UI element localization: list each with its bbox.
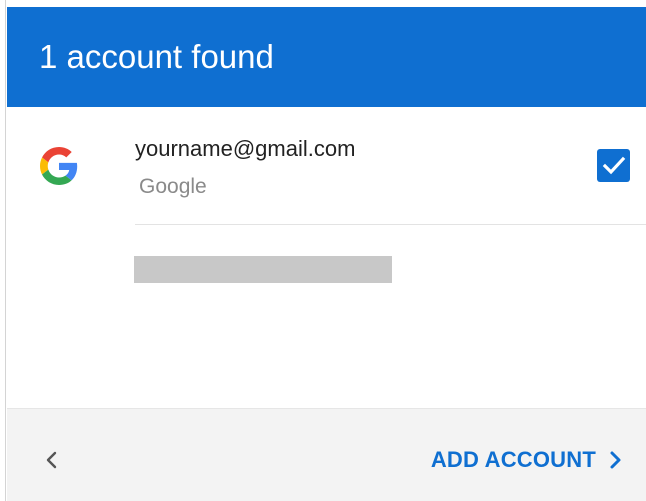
google-icon bbox=[40, 147, 78, 185]
account-provider: Google bbox=[139, 175, 207, 198]
window-edge bbox=[0, 0, 6, 501]
add-account-button[interactable]: ADD ACCOUNT bbox=[431, 443, 626, 477]
row-divider bbox=[135, 224, 646, 225]
chevron-right-icon bbox=[610, 451, 621, 469]
account-list-item[interactable]: yourname@gmail.com Google bbox=[7, 107, 646, 225]
account-found-screen: 1 account found yourname@gmail.com Googl… bbox=[0, 0, 646, 501]
page-title: 1 account found bbox=[39, 38, 274, 75]
footer-bar: ADD ACCOUNT bbox=[7, 408, 646, 501]
add-account-label: ADD ACCOUNT bbox=[430, 447, 596, 472]
loading-placeholder bbox=[134, 256, 392, 283]
check-icon bbox=[602, 156, 626, 175]
header-bar: 1 account found bbox=[7, 7, 646, 107]
account-checkbox[interactable] bbox=[597, 149, 630, 182]
account-email: yourname@gmail.com bbox=[135, 136, 356, 161]
back-button[interactable] bbox=[35, 443, 69, 477]
chevron-left-icon bbox=[46, 451, 57, 469]
